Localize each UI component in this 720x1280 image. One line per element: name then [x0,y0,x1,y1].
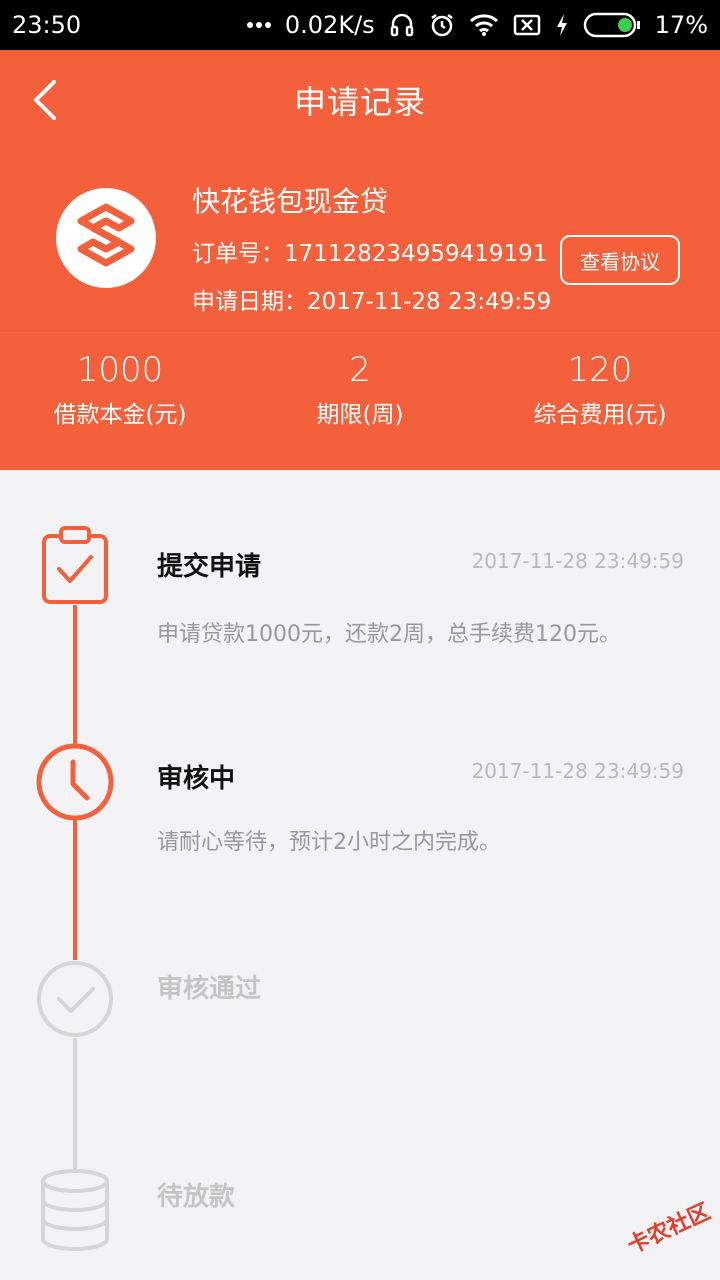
view-contract-button[interactable]: 查看协议 [560,235,680,285]
alarm-icon [429,12,455,38]
timeline-line-2 [73,820,77,960]
stat-value: 2 [349,350,371,390]
stat-label: 综合费用(元) [533,402,667,428]
stat-principal: 1000 借款本金(元) [0,350,240,460]
step-title: 审核中 [157,764,236,794]
battery-percent: 17% [654,11,708,39]
clock-icon [35,742,115,822]
order-number: 订单号：171128234959419191 [192,241,548,267]
status-icons: 0.02K/s 17% [246,11,708,39]
wifi-icon [469,13,499,37]
step-desc: 申请贷款1000元，还款2周，总手续费120元。 [157,622,621,647]
battery-icon [583,12,641,38]
clipboard-check-icon [35,525,115,605]
progress-timeline: 提交申请 2017-11-28 23:49:59 申请贷款1000元，还款2周，… [0,470,720,1280]
status-time: 23:50 [12,11,82,39]
charging-icon [555,13,569,37]
step-desc: 请耐心等待，预计2小时之内完成。 [157,830,501,855]
brand-logo-icon [77,203,135,267]
step-title: 审核通过 [157,974,262,1004]
stat-term: 2 期限(周) [240,350,480,460]
nav-bar: 申请记录 [0,50,720,150]
page-title: 申请记录 [293,83,426,121]
timeline-line-3 [73,1038,77,1180]
stat-label: 借款本金(元) [53,402,187,428]
step-time: 2017-11-28 23:49:59 [471,759,684,783]
check-circle-icon [35,959,115,1039]
status-bar: 23:50 0.02K/s 17% [0,0,720,50]
network-speed: 0.02K/s [284,11,375,39]
product-info: 快花钱包现金贷 订单号：171128234959419191 申请日期：2017… [192,180,551,316]
product-logo [56,188,156,288]
more-dots-icon [246,21,271,29]
headset-icon [389,12,415,38]
step-time: 2017-11-28 23:49:59 [471,549,684,573]
product-name: 快花钱包现金贷 [192,185,389,218]
stats-divider [0,332,720,333]
application-header: 申请记录 快花钱包现金贷 订单号：171128234959419191 申请日期… [0,50,720,470]
loan-stats: 1000 借款本金(元) 2 期限(周) 120 综合费用(元) [0,350,720,460]
step-title: 提交申请 [157,552,262,582]
step-title: 待放款 [157,1182,236,1212]
stat-label: 期限(周) [316,402,404,428]
coin-stack-icon [35,1169,115,1251]
stat-value: 120 [567,350,633,390]
stat-fee: 120 综合费用(元) [480,350,720,460]
stat-value: 1000 [76,350,164,390]
timeline-line-1 [73,605,77,745]
application-date: 申请日期：2017-11-28 23:49:59 [192,289,552,315]
chevron-left-icon [34,80,56,120]
product-card: 快花钱包现金贷 订单号：171128234959419191 申请日期：2017… [0,170,720,340]
no-sim-icon [513,14,541,36]
back-button[interactable] [22,74,68,126]
